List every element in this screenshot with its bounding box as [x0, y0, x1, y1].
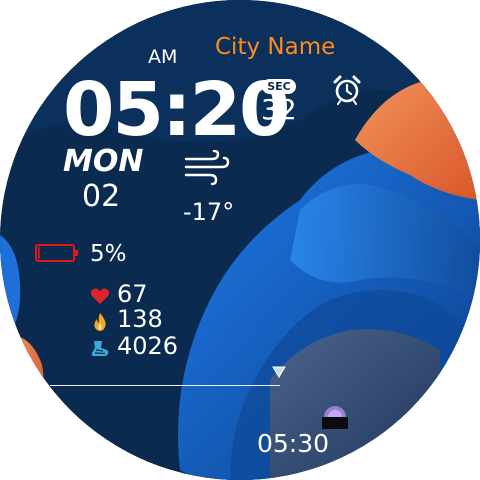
- time-display: 05:20: [63, 67, 291, 153]
- day-of-week: MON: [63, 144, 144, 179]
- calories-value: 138: [117, 305, 163, 333]
- seconds-label-badge: SEC: [262, 79, 296, 94]
- temperature[interactable]: -17°: [183, 200, 234, 224]
- sun-progress-marker-icon: [272, 366, 286, 378]
- am-pm-indicator: AM: [148, 46, 178, 68]
- heart-rate-value: 67: [117, 280, 148, 308]
- steps-value: 4026: [117, 332, 179, 360]
- heart-icon[interactable]: [90, 286, 110, 306]
- wind-icon[interactable]: [184, 150, 230, 186]
- sunrise-icon[interactable]: [322, 403, 348, 429]
- sun-progress-line: [50, 385, 280, 386]
- battery-icon[interactable]: [35, 244, 79, 262]
- watch-face: AM City Name 05:20 SEC 32 MON 02 -17° 5%: [0, 0, 480, 480]
- steps-icon[interactable]: [90, 338, 110, 358]
- battery-percent: 5%: [90, 241, 127, 267]
- alarm-clock-icon[interactable]: [332, 73, 362, 105]
- day-of-month: 02: [82, 179, 121, 214]
- watch-dial: AM City Name 05:20 SEC 32 MON 02 -17° 5%: [0, 0, 480, 480]
- city-name[interactable]: City Name: [215, 36, 335, 59]
- sun-time: 05:30: [257, 429, 330, 458]
- flame-icon[interactable]: [90, 312, 110, 332]
- seconds-display: 32: [261, 93, 297, 126]
